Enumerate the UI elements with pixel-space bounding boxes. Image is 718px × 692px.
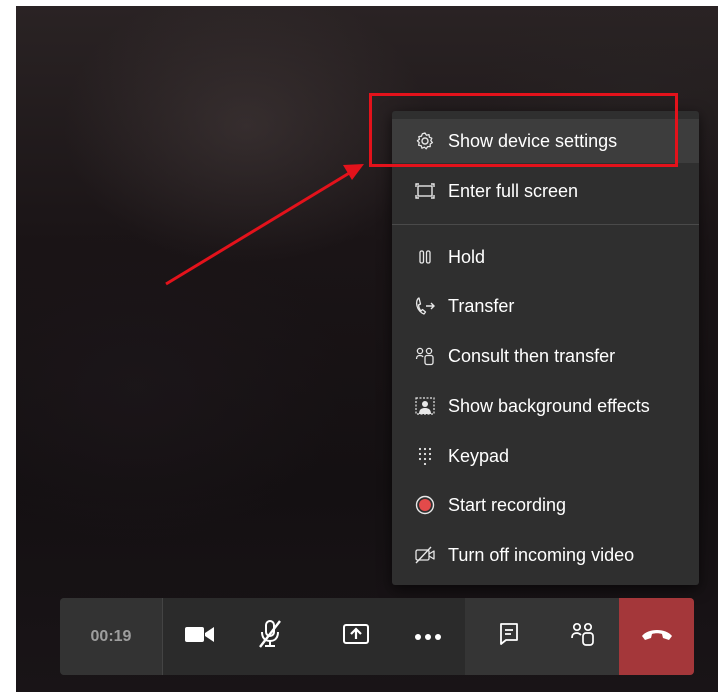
pause-icon: [414, 246, 436, 268]
mic-muted-icon: [257, 619, 283, 654]
fullscreen-icon: [414, 180, 436, 202]
camera-button[interactable]: [170, 598, 230, 675]
menu-item-transfer[interactable]: Transfer: [392, 284, 699, 328]
keypad-icon: [414, 445, 436, 467]
menu-item-show-background-effects[interactable]: Show background effects: [392, 384, 699, 428]
chat-icon: [498, 622, 520, 651]
background-effects-icon: [414, 395, 436, 417]
menu-item-turn-off-incoming-video[interactable]: Turn off incoming video: [392, 533, 699, 577]
call-toolbar: 00:19: [60, 598, 694, 675]
menu-item-label: Hold: [448, 246, 486, 267]
menu-item-label: Show background effects: [448, 395, 650, 416]
chat-button[interactable]: [479, 598, 539, 675]
hang-up-button[interactable]: [619, 598, 694, 675]
more-icon: [414, 628, 442, 646]
gear-icon: [414, 130, 436, 152]
share-screen-icon: [342, 622, 370, 651]
menu-item-start-recording[interactable]: Start recording: [392, 483, 699, 527]
participants-button[interactable]: [553, 598, 613, 675]
more-options-button[interactable]: [398, 598, 458, 675]
toolbar-secondary-group: [465, 598, 619, 675]
hang-up-icon: [640, 626, 674, 647]
camera-icon: [184, 624, 216, 649]
menu-item-label: Show device settings: [448, 130, 618, 151]
menu-item-consult-then-transfer[interactable]: Consult then transfer: [392, 334, 699, 378]
menu-item-label: Transfer: [448, 295, 515, 316]
mic-button[interactable]: [240, 598, 300, 675]
participants-icon: [570, 621, 596, 652]
share-screen-button[interactable]: [326, 598, 386, 675]
consult-icon: [414, 345, 436, 367]
menu-item-label: Consult then transfer: [448, 345, 616, 366]
menu-item-label: Enter full screen: [448, 180, 579, 201]
menu-divider: [392, 224, 699, 225]
transfer-icon: [414, 295, 436, 317]
menu-item-keypad[interactable]: Keypad: [392, 434, 699, 478]
more-options-menu: Show device settings Enter full screen H…: [392, 111, 699, 585]
menu-item-hold[interactable]: Hold: [392, 235, 699, 279]
menu-item-enter-full-screen[interactable]: Enter full screen: [392, 169, 699, 213]
call-timer: 00:19: [60, 598, 163, 675]
video-off-icon: [414, 544, 436, 566]
menu-item-show-device-settings[interactable]: Show device settings: [392, 119, 699, 163]
menu-item-label: Keypad: [448, 445, 510, 466]
menu-item-label: Start recording: [448, 494, 567, 515]
record-icon: [414, 494, 436, 516]
menu-item-label: Turn off incoming video: [448, 544, 635, 565]
